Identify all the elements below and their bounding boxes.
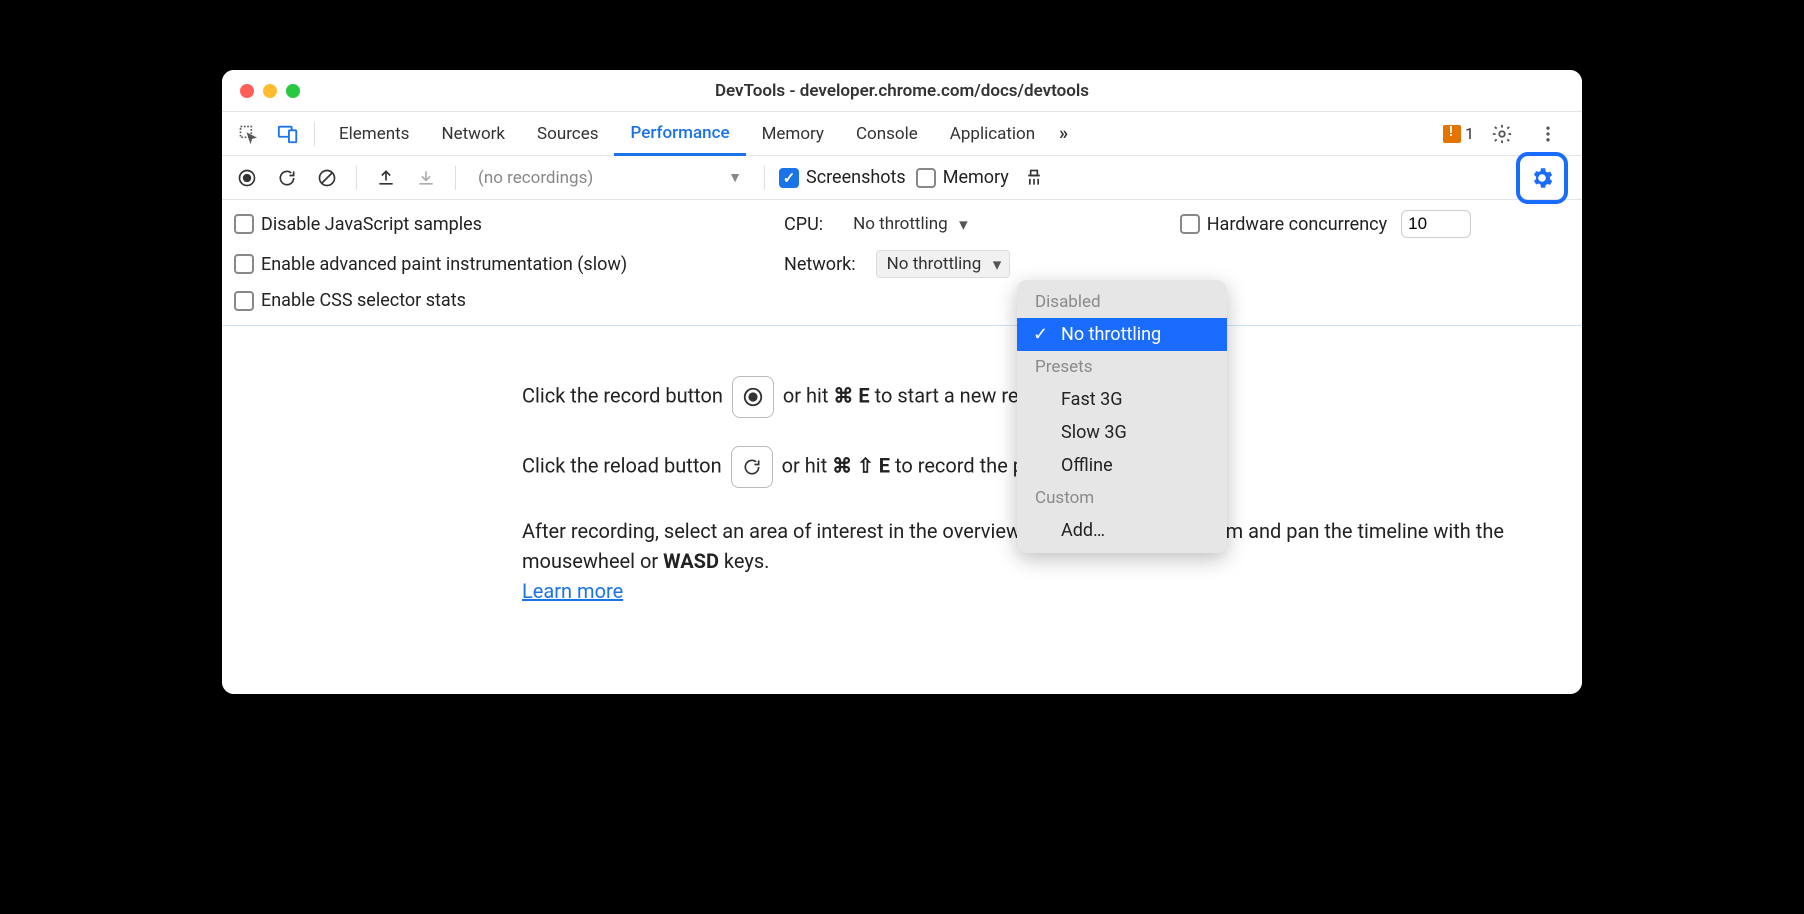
network-throttling-row: Network: No throttling (784, 250, 1570, 278)
learn-more-link[interactable]: Learn more (522, 579, 623, 603)
hardware-concurrency-input[interactable] (1401, 210, 1471, 238)
header-right-icons: 1 (1443, 116, 1574, 152)
recordings-label: (no recordings) (478, 168, 593, 188)
checkbox-icon (916, 168, 936, 188)
cpu-throttling-select[interactable]: No throttling (843, 211, 976, 237)
enable-css-stats-checkbox[interactable]: Enable CSS selector stats (234, 290, 764, 311)
download-button[interactable] (411, 163, 441, 193)
more-tabs-icon[interactable]: » (1051, 123, 1076, 144)
more-options-icon[interactable] (1530, 116, 1566, 152)
cpu-label: CPU: (784, 214, 823, 235)
tab-memory[interactable]: Memory (746, 112, 840, 155)
warning-icon (1443, 125, 1461, 143)
menu-group-custom: Custom (1017, 482, 1227, 514)
divider (455, 166, 456, 190)
checkbox-icon (234, 254, 254, 274)
screenshots-checkbox[interactable]: Screenshots (779, 167, 906, 188)
devtools-window: DevTools - developer.chrome.com/docs/dev… (222, 70, 1582, 694)
record-button[interactable] (232, 163, 262, 193)
tab-sources[interactable]: Sources (521, 112, 614, 155)
enable-css-stats-label: Enable CSS selector stats (261, 290, 466, 311)
screenshots-label: Screenshots (806, 167, 906, 188)
disable-js-samples-checkbox[interactable]: Disable JavaScript samples (234, 210, 764, 238)
menu-option-add[interactable]: Add… (1017, 514, 1227, 547)
memory-checkbox[interactable]: Memory (916, 167, 1009, 188)
capture-settings-button[interactable] (1516, 152, 1568, 204)
network-throttling-select[interactable]: No throttling (876, 250, 1011, 278)
hardware-concurrency-checkbox[interactable]: Hardware concurrency (1180, 214, 1387, 235)
warnings-count: 1 (1465, 124, 1474, 143)
reload-button[interactable] (272, 163, 302, 193)
checkbox-icon (1180, 214, 1200, 234)
divider (356, 166, 357, 190)
menu-option-slow-3g[interactable]: Slow 3G (1017, 416, 1227, 449)
menu-option-fast-3g[interactable]: Fast 3G (1017, 383, 1227, 416)
capture-settings-panel: Disable JavaScript samples CPU: No throt… (222, 200, 1582, 326)
tab-application[interactable]: Application (934, 112, 1051, 155)
tabbar: Elements Network Sources Performance Mem… (222, 112, 1582, 156)
settings-gear-icon[interactable] (1484, 116, 1520, 152)
hardware-concurrency-label: Hardware concurrency (1207, 214, 1387, 235)
garbage-collect-icon[interactable] (1019, 163, 1049, 193)
reload-icon (731, 446, 773, 488)
network-throttling-menu: Disabled No throttling Presets Fast 3G S… (1017, 280, 1227, 553)
menu-option-no-throttling[interactable]: No throttling (1017, 318, 1227, 351)
device-toolbar-icon[interactable] (270, 116, 306, 152)
performance-toolbar: (no recordings) ▼ Screenshots Memory (222, 156, 1582, 200)
titlebar: DevTools - developer.chrome.com/docs/dev… (222, 70, 1582, 112)
empty-state-help: Click the record button or hit ⌘ E to st… (222, 326, 1582, 694)
clear-button[interactable] (312, 163, 342, 193)
enable-paint-checkbox[interactable]: Enable advanced paint instrumentation (s… (234, 250, 764, 278)
disable-js-samples-label: Disable JavaScript samples (261, 214, 482, 235)
divider (314, 122, 315, 146)
recordings-dropdown[interactable]: (no recordings) ▼ (470, 168, 750, 188)
checkbox-icon (234, 291, 254, 311)
divider (764, 166, 765, 190)
shortcut-record: ⌘ E (833, 383, 869, 407)
enable-paint-label: Enable advanced paint instrumentation (s… (261, 254, 627, 275)
cpu-throttling-row: CPU: No throttling Hardware concurrency (784, 210, 1570, 238)
tab-console[interactable]: Console (840, 112, 934, 155)
menu-option-offline[interactable]: Offline (1017, 449, 1227, 482)
network-label: Network: (784, 254, 856, 275)
upload-button[interactable] (371, 163, 401, 193)
shortcut-reload: ⌘ ⇧ E (832, 453, 890, 477)
checkbox-icon (234, 214, 254, 234)
menu-group-disabled: Disabled (1017, 286, 1227, 318)
menu-group-presets: Presets (1017, 351, 1227, 383)
window-title: DevTools - developer.chrome.com/docs/dev… (222, 81, 1582, 101)
tab-elements[interactable]: Elements (323, 112, 425, 155)
record-icon (732, 376, 774, 418)
tab-network[interactable]: Network (425, 112, 521, 155)
tab-performance[interactable]: Performance (614, 113, 745, 156)
warnings-badge[interactable]: 1 (1443, 124, 1474, 143)
checkbox-icon (779, 168, 799, 188)
chevron-down-icon: ▼ (728, 169, 742, 186)
main-tabs: Elements Network Sources Performance Mem… (323, 112, 1076, 155)
inspect-element-icon[interactable] (230, 116, 266, 152)
memory-label: Memory (943, 167, 1009, 188)
